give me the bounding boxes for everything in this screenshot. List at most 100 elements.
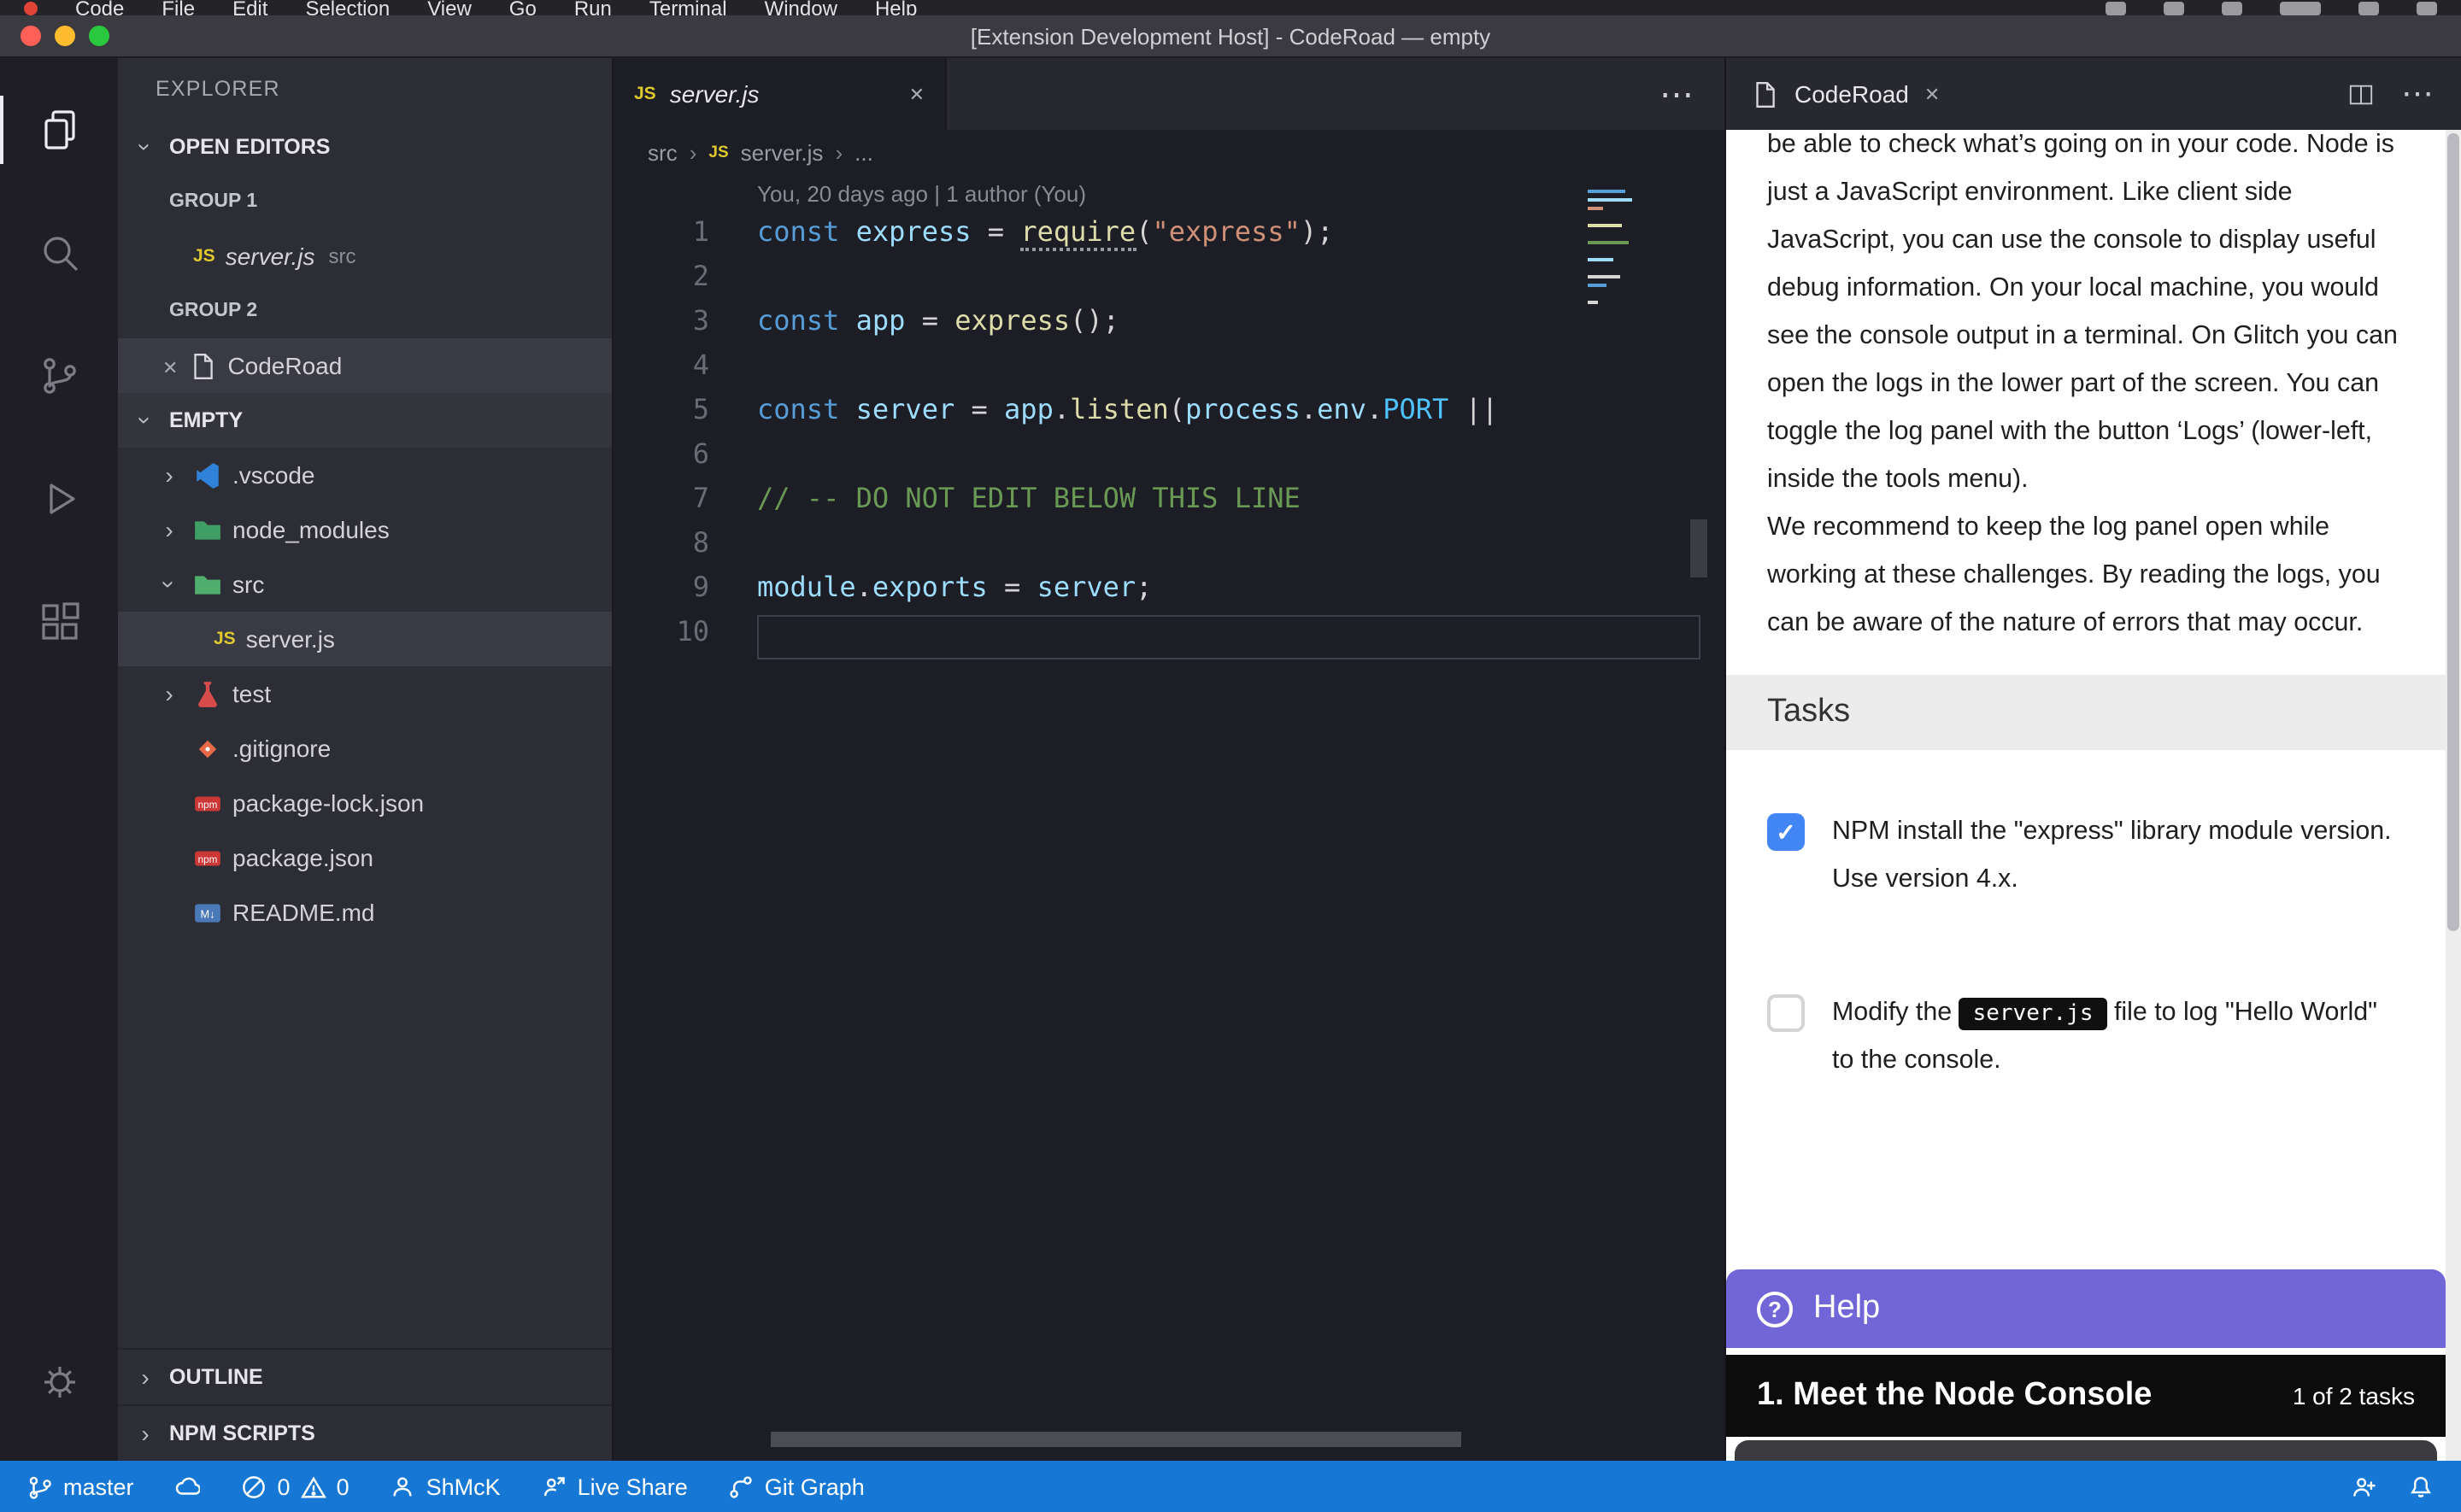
breadcrumb-file[interactable]: server.js bbox=[741, 139, 824, 165]
tree-label: README.md bbox=[232, 899, 374, 926]
close-tab-icon[interactable] bbox=[1924, 79, 1940, 109]
editor-group-2: GROUP 2 bbox=[118, 284, 612, 338]
menu-go[interactable]: Go bbox=[509, 0, 537, 15]
task-checkbox[interactable] bbox=[1767, 994, 1805, 1032]
menubar-battery-icon bbox=[2280, 1, 2321, 15]
tree-label: server.js bbox=[246, 625, 335, 653]
tree-label: src bbox=[232, 571, 264, 598]
more-actions-icon[interactable] bbox=[1659, 58, 1724, 130]
test-flask-icon bbox=[193, 679, 222, 708]
menu-edit[interactable]: Edit bbox=[232, 0, 267, 15]
close-window-button[interactable] bbox=[21, 26, 41, 46]
lesson-footer[interactable]: 1. Meet the Node Console 1 of 2 tasks bbox=[1726, 1355, 2446, 1437]
zoom-window-button[interactable] bbox=[89, 26, 109, 46]
split-editor-icon[interactable] bbox=[2348, 81, 2374, 107]
tree-item-readme[interactable]: M↓ README.md bbox=[118, 885, 612, 940]
search-icon[interactable] bbox=[0, 191, 118, 314]
task-item: Modify the server.js file to log "Hello … bbox=[1767, 989, 2405, 1085]
branch-icon bbox=[27, 1474, 53, 1499]
gitlens-blame-lens[interactable]: You, 20 days ago | 1 author (You) bbox=[614, 174, 1724, 215]
open-editor-serverjs[interactable]: server.js src bbox=[118, 229, 612, 284]
sync-status[interactable] bbox=[175, 1474, 201, 1499]
document-icon bbox=[1750, 79, 1779, 108]
minimap[interactable] bbox=[1588, 185, 1646, 309]
live-share-icon bbox=[542, 1474, 567, 1499]
tree-item-package-json[interactable]: npm package.json bbox=[118, 830, 612, 885]
breadcrumb-src[interactable]: src bbox=[648, 139, 678, 165]
app-icon[interactable] bbox=[24, 1, 38, 15]
live-share-label: Live Share bbox=[578, 1474, 688, 1499]
horizontal-scrollbar[interactable] bbox=[771, 1432, 1461, 1447]
tree-label: package-lock.json bbox=[232, 789, 424, 817]
tree-item-src[interactable]: src bbox=[118, 557, 612, 612]
macos-menubar: Code File Edit Selection View Go Run Ter… bbox=[0, 0, 2461, 15]
vscode-folder-icon bbox=[193, 460, 222, 489]
menu-help[interactable]: Help bbox=[875, 0, 917, 15]
warning-count: 0 bbox=[337, 1474, 349, 1499]
collapsed-next-section[interactable] bbox=[1735, 1440, 2437, 1461]
outline-label: OUTLINE bbox=[169, 1365, 263, 1389]
code-lines[interactable]: 1const express = require("express");23co… bbox=[614, 215, 1724, 659]
menu-code[interactable]: Code bbox=[75, 0, 124, 15]
tab-label: server.js bbox=[670, 80, 760, 108]
settings-gear-icon[interactable] bbox=[0, 1321, 118, 1444]
tree-item-gitignore[interactable]: .gitignore bbox=[118, 721, 612, 776]
tree-item-vscode[interactable]: .vscode bbox=[118, 448, 612, 502]
open-editors-label: OPEN EDITORS bbox=[169, 135, 330, 159]
more-actions-icon[interactable] bbox=[2401, 74, 2434, 114]
chevron-right-icon bbox=[132, 1420, 159, 1447]
source-control-icon[interactable] bbox=[0, 314, 118, 437]
tree-item-test[interactable]: test bbox=[118, 666, 612, 721]
tree-label: node_modules bbox=[232, 516, 390, 543]
help-label: Help bbox=[1813, 1290, 1880, 1327]
panel-scrollbar[interactable] bbox=[2446, 130, 2461, 1461]
minimize-window-button[interactable] bbox=[55, 26, 75, 46]
extensions-icon[interactable] bbox=[0, 560, 118, 683]
tree-item-package-lock[interactable]: npm package-lock.json bbox=[118, 776, 612, 830]
task-checkbox[interactable] bbox=[1767, 813, 1805, 851]
npm-icon: npm bbox=[193, 843, 222, 872]
menu-run[interactable]: Run bbox=[574, 0, 612, 15]
problems-status[interactable]: 0 0 bbox=[242, 1474, 349, 1499]
menu-selection[interactable]: Selection bbox=[305, 0, 390, 15]
help-button[interactable]: Help bbox=[1726, 1269, 2446, 1348]
tree-item-serverjs[interactable]: server.js bbox=[118, 612, 612, 666]
npm-scripts-label: NPM SCRIPTS bbox=[169, 1421, 315, 1445]
chevron-right-icon bbox=[690, 139, 697, 165]
notifications-bell-icon[interactable] bbox=[2408, 1474, 2434, 1499]
npm-scripts-section[interactable]: NPM SCRIPTS bbox=[118, 1404, 612, 1461]
close-tab-icon[interactable] bbox=[909, 79, 925, 109]
editor-scrollbar-thumb[interactable] bbox=[1690, 519, 1707, 577]
editor-group: server.js src server.js ... You, 20 days… bbox=[614, 58, 1724, 1461]
open-editor-coderoad[interactable]: CodeRoad bbox=[118, 338, 612, 393]
panel-scrollbar-thumb[interactable] bbox=[2447, 133, 2459, 932]
tab-coderoad[interactable]: CodeRoad bbox=[1726, 58, 1964, 130]
run-debug-icon[interactable] bbox=[0, 437, 118, 560]
folder-icon bbox=[193, 515, 222, 544]
menubar-status-icon bbox=[2358, 1, 2379, 15]
open-editors-header[interactable]: OPEN EDITORS bbox=[118, 120, 612, 174]
workspace-root[interactable]: EMPTY bbox=[118, 393, 612, 448]
invite-person-icon[interactable] bbox=[2352, 1474, 2377, 1499]
tree-label: .vscode bbox=[232, 461, 315, 489]
outline-section[interactable]: OUTLINE bbox=[118, 1348, 612, 1404]
menu-terminal[interactable]: Terminal bbox=[649, 0, 727, 15]
explorer-icon[interactable] bbox=[0, 68, 118, 191]
breadcrumb-symbol[interactable]: ... bbox=[855, 139, 873, 165]
menu-window[interactable]: Window bbox=[765, 0, 837, 15]
window-controls bbox=[21, 26, 109, 46]
account-status[interactable]: ShMcK bbox=[391, 1474, 501, 1499]
person-icon bbox=[391, 1474, 416, 1499]
editor-group-1: GROUP 1 bbox=[118, 174, 612, 229]
coderoad-panel: CodeRoad be able to check what’s going o… bbox=[1724, 58, 2461, 1461]
git-graph-button[interactable]: Git Graph bbox=[729, 1474, 865, 1499]
git-branch-status[interactable]: master bbox=[27, 1474, 134, 1499]
tab-serverjs[interactable]: server.js bbox=[614, 58, 947, 130]
close-icon[interactable] bbox=[162, 352, 178, 379]
menu-file[interactable]: File bbox=[162, 0, 195, 15]
menu-view[interactable]: View bbox=[427, 0, 472, 15]
live-share-button[interactable]: Live Share bbox=[542, 1474, 688, 1499]
tree-item-node-modules[interactable]: node_modules bbox=[118, 502, 612, 557]
task-text: Modify the server.js file to log "Hello … bbox=[1832, 989, 2394, 1085]
lesson-paragraph: be able to check what’s going on in your… bbox=[1767, 130, 2405, 504]
